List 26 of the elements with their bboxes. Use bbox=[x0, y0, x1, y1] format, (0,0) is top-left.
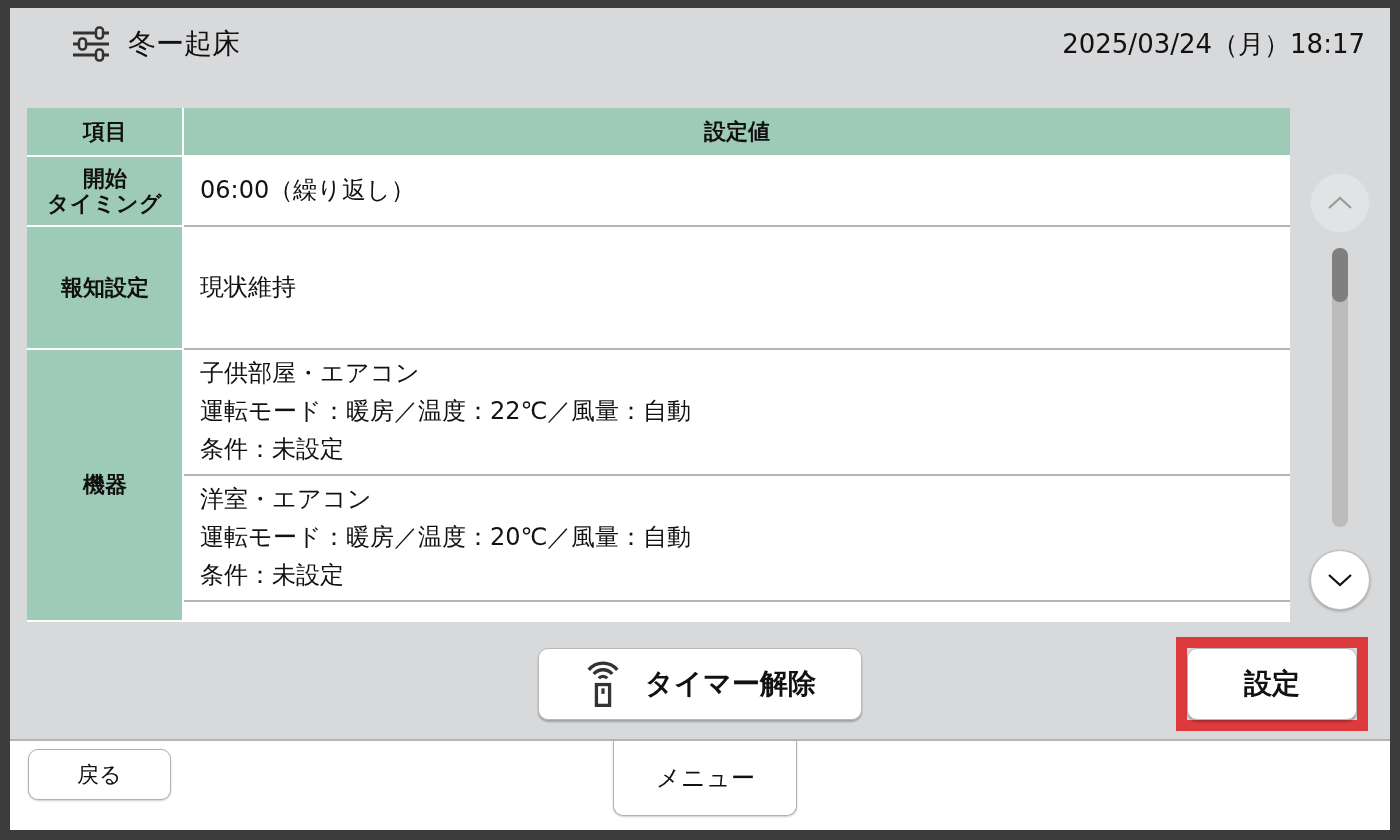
timer-cancel-button[interactable]: タイマー解除 bbox=[538, 647, 862, 720]
date-time: 2025/03/24（月）18:17 bbox=[1062, 28, 1365, 61]
setting-value: 運転モード：暖房／温度：22℃／風量：自動 bbox=[200, 396, 693, 427]
scrollbar[interactable] bbox=[1332, 248, 1348, 527]
row-label: 機器 bbox=[82, 472, 127, 498]
setting-value: 子供部屋・エアコン bbox=[200, 358, 421, 389]
setting-value: 現状維持 bbox=[200, 271, 297, 303]
sliders-icon bbox=[72, 26, 110, 62]
confirm-button[interactable]: 設定 bbox=[1187, 647, 1357, 720]
setting-value: 06:00（繰り返し） bbox=[200, 175, 417, 206]
row-label: 開始 bbox=[82, 165, 127, 191]
scrollbar-thumb[interactable] bbox=[1332, 248, 1348, 302]
chevron-up-icon bbox=[1327, 196, 1353, 210]
menu-tab[interactable]: メニュー bbox=[613, 741, 797, 816]
back-button[interactable]: 戻る bbox=[28, 749, 171, 800]
setting-value: 条件：未設定 bbox=[200, 560, 345, 591]
row-label: 報知設定 bbox=[60, 274, 149, 301]
chevron-down-icon bbox=[1327, 573, 1353, 587]
column-header: 項目 bbox=[27, 108, 182, 155]
scroll-down-button[interactable] bbox=[1310, 550, 1370, 610]
setting-value: 条件：未設定 bbox=[200, 434, 345, 465]
screen-title: 冬ー起床 bbox=[128, 26, 240, 62]
column-header: 設定値 bbox=[184, 108, 1290, 155]
row-label: タイミング bbox=[47, 191, 162, 217]
setting-value: 運転モード：暖房／温度：20℃／風量：自動 bbox=[200, 522, 693, 553]
setting-value: 洋室・エアコン bbox=[200, 484, 373, 515]
